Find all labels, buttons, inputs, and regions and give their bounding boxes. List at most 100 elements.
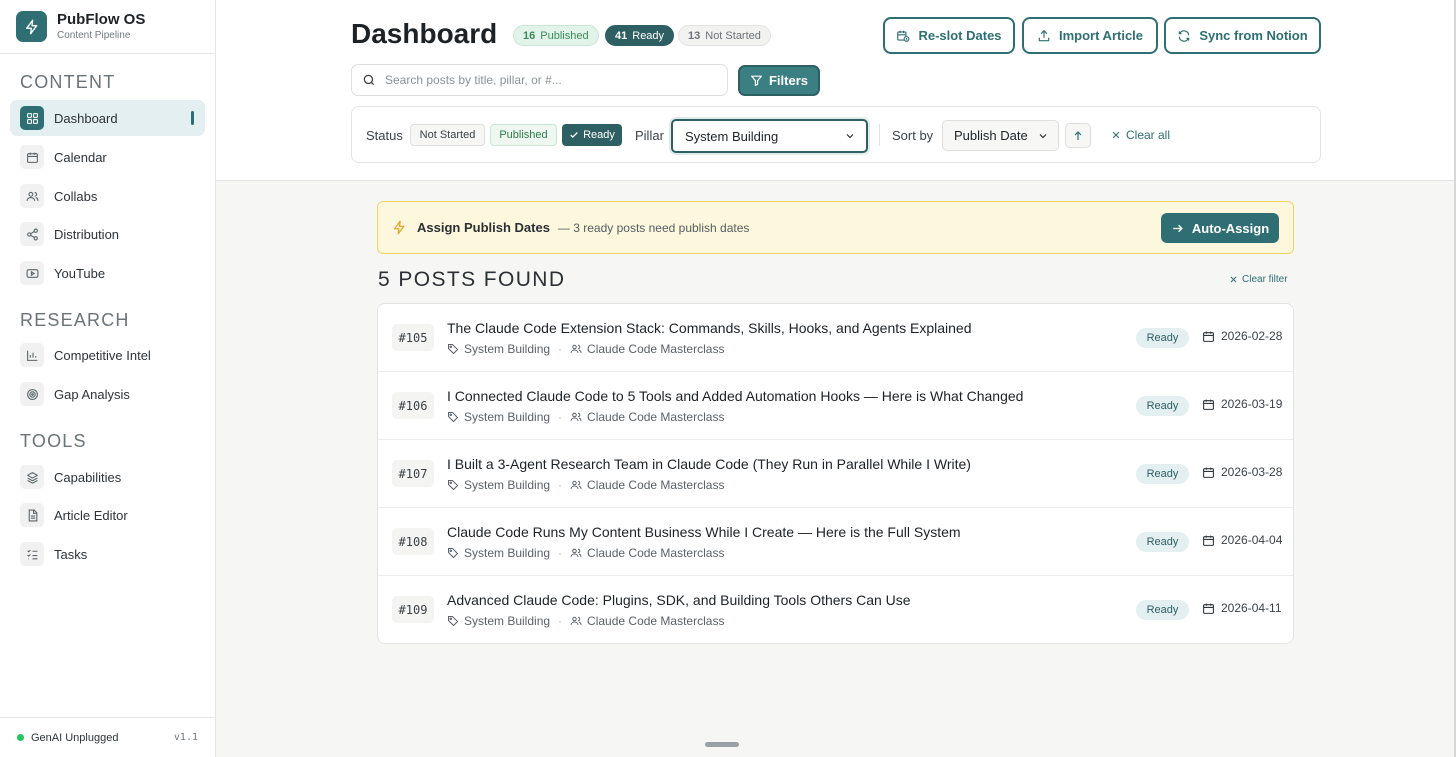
tag-icon — [447, 615, 459, 627]
status-chip-ready[interactable]: Ready — [562, 124, 622, 146]
sort-direction-button[interactable] — [1065, 123, 1091, 148]
status-chip-not-started[interactable]: Not Started — [410, 124, 485, 146]
chevron-down-icon — [1037, 130, 1049, 142]
post-row[interactable]: #109 Advanced Claude Code: Plugins, SDK,… — [378, 576, 1293, 643]
pillar-select-value: System Building — [685, 128, 779, 144]
sidebar-item-capabilities[interactable]: Capabilities — [10, 459, 205, 495]
post-pillar: System Building — [464, 546, 551, 560]
status-badge: Ready — [1136, 464, 1189, 484]
sidebar-item-youtube[interactable]: YouTube — [10, 255, 205, 291]
not-started-count-badge[interactable]: 13 Not Started — [678, 25, 771, 46]
published-count-badge[interactable]: 16 Published — [513, 25, 599, 46]
sort-select[interactable]: Publish Date — [942, 120, 1059, 151]
search-icon — [362, 73, 376, 87]
post-series: Claude Code Masterclass — [587, 478, 725, 492]
status-filter-label: Status — [366, 128, 403, 143]
filter-icon — [750, 74, 763, 87]
post-row[interactable]: #107 I Built a 3-Agent Research Team in … — [378, 440, 1293, 508]
post-date-value: 2026-03-28 — [1221, 465, 1283, 479]
status-chip-ready-label: Ready — [583, 129, 615, 141]
sort-select-value: Publish Date — [954, 128, 1028, 143]
search-input[interactable] — [385, 73, 705, 87]
post-date-value: 2026-04-04 — [1221, 533, 1283, 547]
tag-icon — [447, 479, 459, 491]
layers-icon — [20, 465, 44, 489]
meta-separator: · — [558, 546, 563, 560]
sidebar-item-label: Calendar — [54, 149, 107, 165]
post-list: #105 The Claude Code Extension Stack: Co… — [377, 303, 1294, 644]
video-icon — [20, 261, 44, 285]
tag-icon — [447, 547, 459, 559]
auto-assign-label: Auto-Assign — [1191, 220, 1270, 236]
sidebar-item-gap-analysis[interactable]: Gap Analysis — [10, 376, 205, 412]
calendar-icon — [1202, 398, 1215, 411]
sidebar-item-distribution[interactable]: Distribution — [10, 216, 205, 252]
meta-separator: · — [558, 342, 563, 356]
sidebar-item-competitive-intel[interactable]: Competitive Intel — [10, 337, 205, 373]
post-meta: System Building · Claude Code Masterclas… — [447, 342, 724, 356]
assign-publish-dates-banner: Assign Publish Dates — 3 ready posts nee… — [377, 201, 1294, 254]
calendar-icon — [1202, 534, 1215, 547]
brand[interactable]: PubFlow OS Content Pipeline — [0, 0, 215, 54]
sidebar-item-label: Collabs — [54, 188, 98, 204]
post-date-value: 2026-03-19 — [1221, 397, 1283, 411]
auto-assign-button[interactable]: Auto-Assign — [1161, 213, 1279, 243]
filter-divider — [879, 124, 880, 146]
post-meta: System Building · Claude Code Masterclas… — [447, 410, 724, 424]
sidebar-item-collabs[interactable]: Collabs — [10, 178, 205, 214]
post-row[interactable]: #106 I Connected Claude Code to 5 Tools … — [378, 372, 1293, 440]
close-icon — [1111, 130, 1121, 140]
clear-filter-button[interactable]: Clear filter — [1229, 274, 1288, 285]
not-started-label: Not Started — [705, 29, 761, 42]
post-number: #105 — [392, 324, 434, 351]
sidebar-item-tasks[interactable]: Tasks — [10, 536, 205, 572]
filters-button[interactable]: Filters — [738, 65, 820, 96]
check-icon — [569, 130, 579, 140]
post-date-value: 2026-02-28 — [1221, 329, 1283, 343]
sidebar-item-calendar[interactable]: Calendar — [10, 139, 205, 175]
sidebar-item-label: Article Editor — [54, 507, 128, 523]
sidebar-item-article-editor[interactable]: Article Editor — [10, 497, 205, 533]
status-chip-published[interactable]: Published — [490, 124, 557, 146]
sidebar-item-label: Tasks — [54, 546, 88, 562]
post-pillar: System Building — [464, 342, 551, 356]
clear-filter-label: Clear filter — [1242, 274, 1288, 285]
sync-from-notion-button[interactable]: Sync from Notion — [1164, 17, 1321, 54]
refresh-icon — [1177, 29, 1191, 43]
sync-from-notion-label: Sync from Notion — [1199, 28, 1308, 43]
post-title: I Connected Claude Code to 5 Tools and A… — [447, 388, 1024, 404]
tag-icon — [447, 343, 459, 355]
ready-count-badge[interactable]: 41 Ready — [605, 25, 675, 46]
document-icon — [20, 503, 44, 527]
clear-all-button[interactable]: Clear all — [1111, 128, 1170, 142]
scroll-handle[interactable] — [705, 742, 739, 747]
tag-icon — [447, 411, 459, 423]
users-icon — [570, 479, 582, 491]
post-pillar: System Building — [464, 614, 551, 628]
post-title: The Claude Code Extension Stack: Command… — [447, 320, 972, 336]
post-meta: System Building · Claude Code Masterclas… — [447, 546, 724, 560]
search-bar[interactable] — [351, 64, 728, 96]
post-date: 2026-02-28 — [1202, 329, 1282, 343]
online-status-dot — [17, 734, 24, 741]
users-icon — [570, 615, 582, 627]
status-badge: Ready — [1136, 328, 1189, 348]
import-article-button[interactable]: Import Article — [1022, 17, 1158, 54]
meta-separator: · — [558, 614, 563, 628]
not-started-count: 13 — [688, 29, 701, 42]
post-date: 2026-03-28 — [1202, 465, 1282, 479]
filters-label: Filters — [768, 73, 808, 88]
calendar-icon — [20, 145, 44, 169]
post-row[interactable]: #108 Claude Code Runs My Content Busines… — [378, 508, 1293, 576]
pillar-select[interactable]: System Building — [671, 119, 868, 153]
sidebar-item-dashboard[interactable]: Dashboard — [10, 100, 205, 136]
users-icon — [20, 184, 44, 208]
reslot-dates-button[interactable]: Re-slot Dates — [883, 17, 1015, 54]
import-article-label: Import Article — [1058, 28, 1144, 43]
calendar-icon — [1202, 330, 1215, 343]
bolt-icon — [392, 220, 407, 235]
upload-icon — [1037, 29, 1051, 43]
results-heading: 5 POSTS FOUND — [378, 268, 566, 291]
close-icon — [1229, 275, 1238, 284]
post-row[interactable]: #105 The Claude Code Extension Stack: Co… — [378, 304, 1293, 372]
